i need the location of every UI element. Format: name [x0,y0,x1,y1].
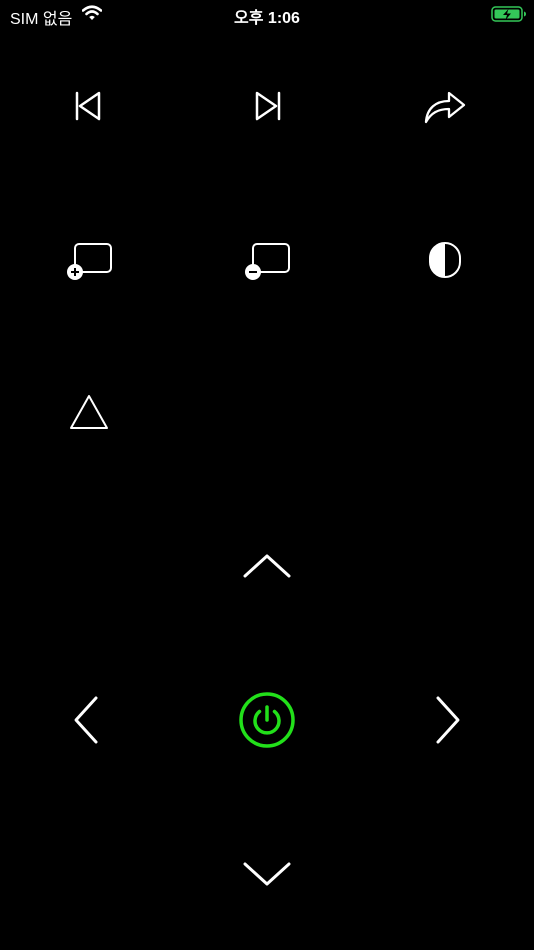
screen-add-button[interactable] [45,216,133,304]
status-bar: SIM 없음 오후 1:06 [0,0,534,30]
down-button[interactable] [223,830,311,918]
screen-add-icon [61,240,117,280]
power-button[interactable] [223,676,311,764]
screen-remove-button[interactable] [223,216,311,304]
share-button[interactable] [401,62,489,150]
battery-charging-icon [491,5,527,23]
right-button[interactable] [404,676,492,764]
share-forward-icon [423,86,467,126]
next-button[interactable] [223,62,311,150]
screen-remove-icon [239,240,295,280]
power-icon [238,691,296,749]
chevron-down-icon [242,859,292,889]
clock: 오후 1:06 [234,10,300,27]
contrast-button[interactable] [401,216,489,304]
previous-track-icon [69,86,109,126]
contrast-icon [425,240,465,280]
previous-button[interactable] [45,62,133,150]
chevron-left-icon [71,695,101,745]
up-button[interactable] [223,522,311,610]
left-button[interactable] [42,676,130,764]
triangle-icon [67,392,111,432]
next-track-icon [247,86,287,126]
chevron-right-icon [433,695,463,745]
triangle-button[interactable] [45,368,133,456]
chevron-up-icon [242,551,292,581]
